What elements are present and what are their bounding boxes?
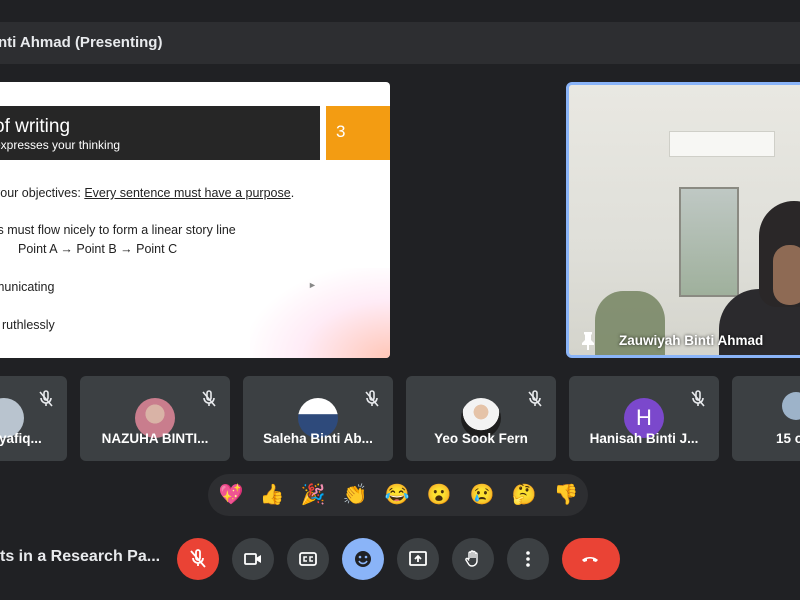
slide-bullet-5: ruthlessly — [2, 318, 55, 332]
participant-tile[interactable]: 15 o — [732, 376, 800, 461]
surprised-icon[interactable]: 😮 — [426, 482, 452, 508]
clapping-hands-icon[interactable]: 👏 — [342, 482, 368, 508]
send-reaction-button[interactable] — [342, 538, 384, 580]
slide-bullet-1: your objectives: Every sentence must hav… — [0, 186, 294, 200]
participant-tile[interactable]: Saleha Binti Ab... — [243, 376, 393, 461]
participant-name: Saleha Binti Ab... — [263, 431, 373, 446]
mic-off-icon — [526, 390, 544, 408]
mic-off-icon — [363, 390, 381, 408]
participant-tile[interactable]: Syafiq... — [0, 376, 67, 461]
closed-captions-icon — [299, 552, 317, 566]
participant-tile[interactable]: H Hanisah Binti J... — [569, 376, 719, 461]
microphone-toggle-button[interactable] — [177, 538, 219, 580]
slide-bullet-4: municating — [0, 280, 55, 294]
tears-of-joy-icon[interactable]: 😂 — [384, 482, 410, 508]
slide-subtitle: expresses your thinking — [0, 138, 121, 152]
crying-icon[interactable]: 😢 — [469, 482, 495, 508]
smiley-icon — [355, 551, 371, 567]
mouse-cursor-icon: ► — [308, 280, 317, 290]
more-options-button[interactable] — [507, 538, 549, 580]
ceiling-light — [669, 131, 775, 157]
raise-hand-icon — [465, 550, 478, 567]
participant-tile[interactable]: Yeo Sook Fern — [406, 376, 556, 461]
participant-name: Yeo Sook Fern — [434, 431, 528, 446]
speaker-video-tile[interactable]: Zauwiyah Binti Ahmad — [566, 82, 800, 358]
party-popper-icon[interactable]: 🎉 — [300, 482, 326, 508]
mic-off-icon — [190, 549, 206, 568]
slide-number: 3 — [336, 122, 346, 141]
participant-name: NAZUHA BINTI... — [101, 431, 209, 446]
participant-avatar — [782, 392, 800, 420]
mic-off-icon — [37, 390, 55, 408]
camera-icon — [244, 553, 261, 565]
presenting-label: nti Ahmad (Presenting) — [0, 34, 163, 51]
speaker-face — [773, 245, 800, 305]
slide-bullet-1-prefix: your objectives: — [0, 186, 85, 200]
slide-title-box: of writing expresses your thinking — [0, 106, 320, 160]
slide-bullet-1-suffix: . — [290, 186, 295, 200]
meeting-title: ts in a Research Pa... — [0, 548, 161, 565]
participant-name: Syafiq... — [0, 431, 42, 446]
room-window — [679, 187, 739, 297]
mic-off-icon — [689, 390, 707, 408]
top-strip — [0, 0, 800, 14]
thinking-icon[interactable]: 🤔 — [511, 482, 537, 508]
sparkling-heart-icon[interactable]: 💖 — [218, 482, 244, 508]
thumbs-up-icon[interactable]: 👍 — [259, 482, 285, 508]
camera-toggle-button[interactable] — [232, 538, 274, 580]
leave-call-button[interactable] — [562, 538, 620, 580]
participant-tile[interactable]: NAZUHA BINTI... — [80, 376, 230, 461]
slide-decoration — [250, 268, 390, 358]
participant-name: Hanisah Binti J... — [589, 431, 699, 446]
slide-title: of writing — [0, 116, 71, 137]
more-vertical-icon — [526, 551, 530, 567]
raise-hand-button[interactable] — [452, 538, 494, 580]
present-screen-icon — [409, 551, 427, 566]
slide-bullet-1-underlined: Every sentence must have a purpose — [84, 186, 291, 200]
pin-icon[interactable] — [579, 331, 597, 351]
captions-button[interactable] — [287, 538, 329, 580]
thumbs-down-icon[interactable]: 👎 — [553, 482, 579, 508]
reactions-bar: 💖 👍 🎉 👏 😂 😮 😢 🤔 👎 — [208, 474, 588, 516]
slide-bullet-3: Point A → Point B → Point C — [18, 242, 178, 256]
presentation-slide[interactable]: of writing expresses your thinking 3 you… — [0, 82, 390, 358]
participant-name: 15 o — [776, 431, 800, 446]
presenting-header: nti Ahmad (Presenting) — [0, 22, 800, 64]
present-now-button[interactable] — [397, 538, 439, 580]
hang-up-icon — [582, 557, 598, 562]
slide-bullet-2: ts must flow nicely to form a linear sto… — [0, 223, 236, 237]
mic-off-icon — [200, 390, 218, 408]
speaker-name: Zauwiyah Binti Ahmad — [619, 333, 764, 348]
slide-number-box: 3 — [326, 106, 390, 160]
